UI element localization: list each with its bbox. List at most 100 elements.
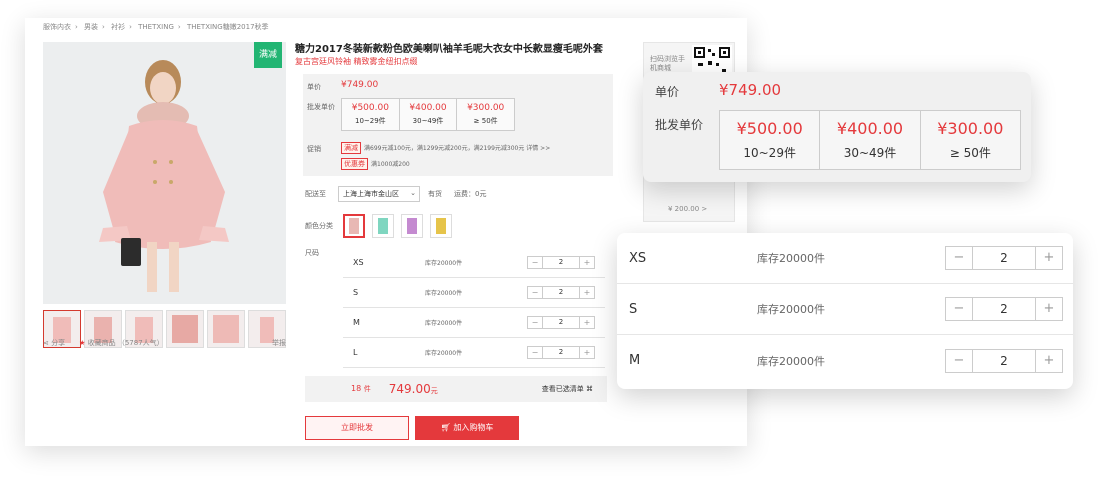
color-swatch[interactable] (401, 214, 423, 238)
unit-price-label: 单价 (307, 83, 321, 91)
size-row: M 库存20000件 − 2 + (617, 335, 1073, 386)
discount-badge: 满减 (254, 42, 282, 68)
unit-price-value: ¥749.00 (341, 80, 379, 90)
promo-line: 满减 满699元减100元，满1299元减200元，满2199元减300元 详情 … (341, 142, 550, 154)
list-icon: ⌘ (586, 385, 593, 393)
price-tier: ¥300.00 ≥ 50件 (467, 103, 505, 125)
promo-label: 促销 (307, 145, 321, 153)
coat-model-illustration (43, 42, 286, 304)
price-tier: ¥500.00 10~29件 (342, 99, 400, 130)
breadcrumb: 服饰内衣 › 男装 › 衬衫 › THETXING › THETXING糖嫩2017秋季 (43, 23, 269, 31)
plus-button[interactable]: + (1036, 350, 1062, 372)
quantity-stepper: − 2 + (945, 348, 1063, 373)
plus-button[interactable]: + (1036, 298, 1062, 320)
batch-price-tiers: ¥500.00 10~29件 ¥400.00 30~49件 ¥300.00 ≥ … (719, 110, 1021, 170)
selected-count: 18 件 (351, 384, 371, 393)
color-swatch[interactable] (430, 214, 452, 238)
quantity-input[interactable]: 2 (542, 317, 580, 328)
unit-price-value: ¥749.00 (719, 81, 782, 99)
quantity-stepper: − 2 + (527, 346, 595, 359)
quantity-input[interactable]: 2 (972, 349, 1036, 372)
minus-button[interactable]: − (528, 257, 542, 268)
size-row: XS 库存20000件 − 2 + (343, 248, 605, 278)
stock-status: 有货 (428, 190, 442, 198)
star-icon: ★ (79, 339, 88, 347)
side-item-price[interactable]: ¥ 200.00 > (668, 205, 707, 213)
size-row: S 库存20000件 − 2 + (617, 284, 1073, 335)
quantity-input[interactable]: 2 (972, 247, 1036, 269)
breadcrumb-item[interactable]: THETXING (138, 23, 174, 31)
size-label: 尺码 (305, 249, 319, 257)
share-link[interactable]: ⋖ 分享 (43, 338, 65, 348)
minus-button[interactable]: − (946, 247, 972, 269)
size-row: S 库存20000件 − 2 + (343, 278, 605, 308)
price-panel: 单价 ¥749.00 批发单价 ¥500.00 10~29件 ¥400.00 3… (303, 74, 613, 176)
quantity-input[interactable]: 2 (972, 298, 1036, 320)
batch-price-label: 批发单价 (655, 118, 704, 132)
coupon-tag[interactable]: 优惠券 (341, 158, 368, 170)
quantity-stepper: − 2 + (945, 246, 1063, 270)
quantity-stepper: − 2 + (945, 297, 1063, 321)
add-to-cart-button[interactable]: 🛒︎ 加入购物车 (415, 416, 519, 440)
share-icon: ⋖ (43, 339, 52, 347)
chevron-down-icon: ⌄ (410, 189, 416, 197)
quantity-stepper: − 2 + (527, 316, 595, 329)
product-main-image[interactable]: 满减 (43, 42, 286, 304)
quantity-input[interactable]: 2 (542, 257, 580, 268)
favorite-link[interactable]: ★ 收藏商品 （5787人气） (79, 338, 164, 348)
minus-button[interactable]: − (946, 298, 972, 320)
plus-button[interactable]: + (580, 287, 594, 298)
plus-button[interactable]: + (1036, 247, 1062, 269)
shipping-row: 配送至 上海上海市金山区 ⌄ 有货 运费：0元 (305, 186, 486, 202)
buy-wholesale-button[interactable]: 立即批发 (305, 416, 409, 440)
shipping-fee: 运费：0元 (454, 190, 487, 198)
price-tier: ¥500.00 10~29件 (720, 111, 821, 169)
product-title: 糖力2017冬装新款粉色欧美喇叭袖羊毛呢大衣女中长款显瘦毛呢外套 (295, 44, 603, 55)
size-zoom-callout: XS 库存20000件 − 2 + S 库存20000件 − 2 + M 库存2… (617, 233, 1073, 389)
breadcrumb-item[interactable]: 服饰内衣 (43, 23, 71, 31)
minus-button[interactable]: − (946, 350, 972, 372)
minus-button[interactable]: − (528, 317, 542, 328)
promo-detail[interactable]: 满699元减100元，满1299元减200元，满2199元减300元 详情 >> (364, 145, 550, 152)
price-tier: ¥400.00 30~49件 (820, 111, 921, 169)
social-bar: ⋖ 分享 ★ 收藏商品 （5787人气） 举报 (43, 338, 286, 348)
order-summary: 18 件 749.00元 查看已选清单 ⌘ (305, 376, 607, 402)
view-selected-list-link[interactable]: 查看已选清单 ⌘ (542, 384, 593, 394)
selected-total: 749.00元 (388, 382, 438, 396)
quantity-input[interactable]: 2 (542, 287, 580, 298)
minus-button[interactable]: − (528, 287, 542, 298)
quantity-stepper: − 2 + (527, 286, 595, 299)
color-swatch[interactable] (343, 214, 365, 238)
size-table: XS 库存20000件 − 2 + S 库存20000件 − 2 + M 库存2… (343, 248, 605, 368)
coupon-detail: 满1000减200 (371, 161, 410, 168)
plus-button[interactable]: + (580, 257, 594, 268)
breadcrumb-item[interactable]: 衬衫 (111, 23, 125, 31)
minus-button[interactable]: − (528, 347, 542, 358)
price-zoom-callout: 单价 ¥749.00 批发单价 ¥500.00 10~29件 ¥400.00 3… (643, 72, 1031, 182)
quantity-input[interactable]: 2 (542, 347, 580, 358)
batch-price-label: 批发单价 (307, 103, 335, 111)
breadcrumb-item[interactable]: 男装 (84, 23, 98, 31)
price-tier: ¥400.00 30~49件 (400, 99, 458, 130)
size-row: XS 库存20000件 − 2 + (617, 233, 1073, 284)
shipping-label: 配送至 (305, 190, 326, 198)
promo-tag: 满减 (341, 142, 361, 154)
product-promo-text: 复古宫廷风铃袖 精致雾金纽扣点缀 (295, 57, 418, 66)
shipping-location-select[interactable]: 上海上海市金山区 ⌄ (338, 186, 420, 202)
plus-button[interactable]: + (580, 347, 594, 358)
price-tier: ¥300.00 ≥ 50件 (937, 119, 1004, 160)
color-label: 颜色分类 (305, 222, 333, 230)
cart-icon: 🛒︎ (440, 423, 454, 432)
size-row: M 库存20000件 − 2 + (343, 308, 605, 338)
coupon-line: 优惠券 满1000减200 (341, 158, 410, 170)
scan-qr-text: 扫码浏览手机商城 (650, 55, 685, 72)
report-link[interactable]: 举报 (272, 338, 286, 348)
unit-price-label: 单价 (655, 85, 680, 99)
plus-button[interactable]: + (580, 317, 594, 328)
batch-price-tiers: ¥500.00 10~29件 ¥400.00 30~49件 ¥300.00 ≥ … (341, 98, 515, 131)
quantity-stepper: − 2 + (527, 256, 595, 269)
breadcrumb-item[interactable]: THETXING糖嫩2017秋季 (187, 23, 269, 31)
color-selector: 颜色分类 (305, 214, 459, 238)
size-row: L 库存20000件 − 2 + (343, 338, 605, 368)
color-swatch[interactable] (372, 214, 394, 238)
